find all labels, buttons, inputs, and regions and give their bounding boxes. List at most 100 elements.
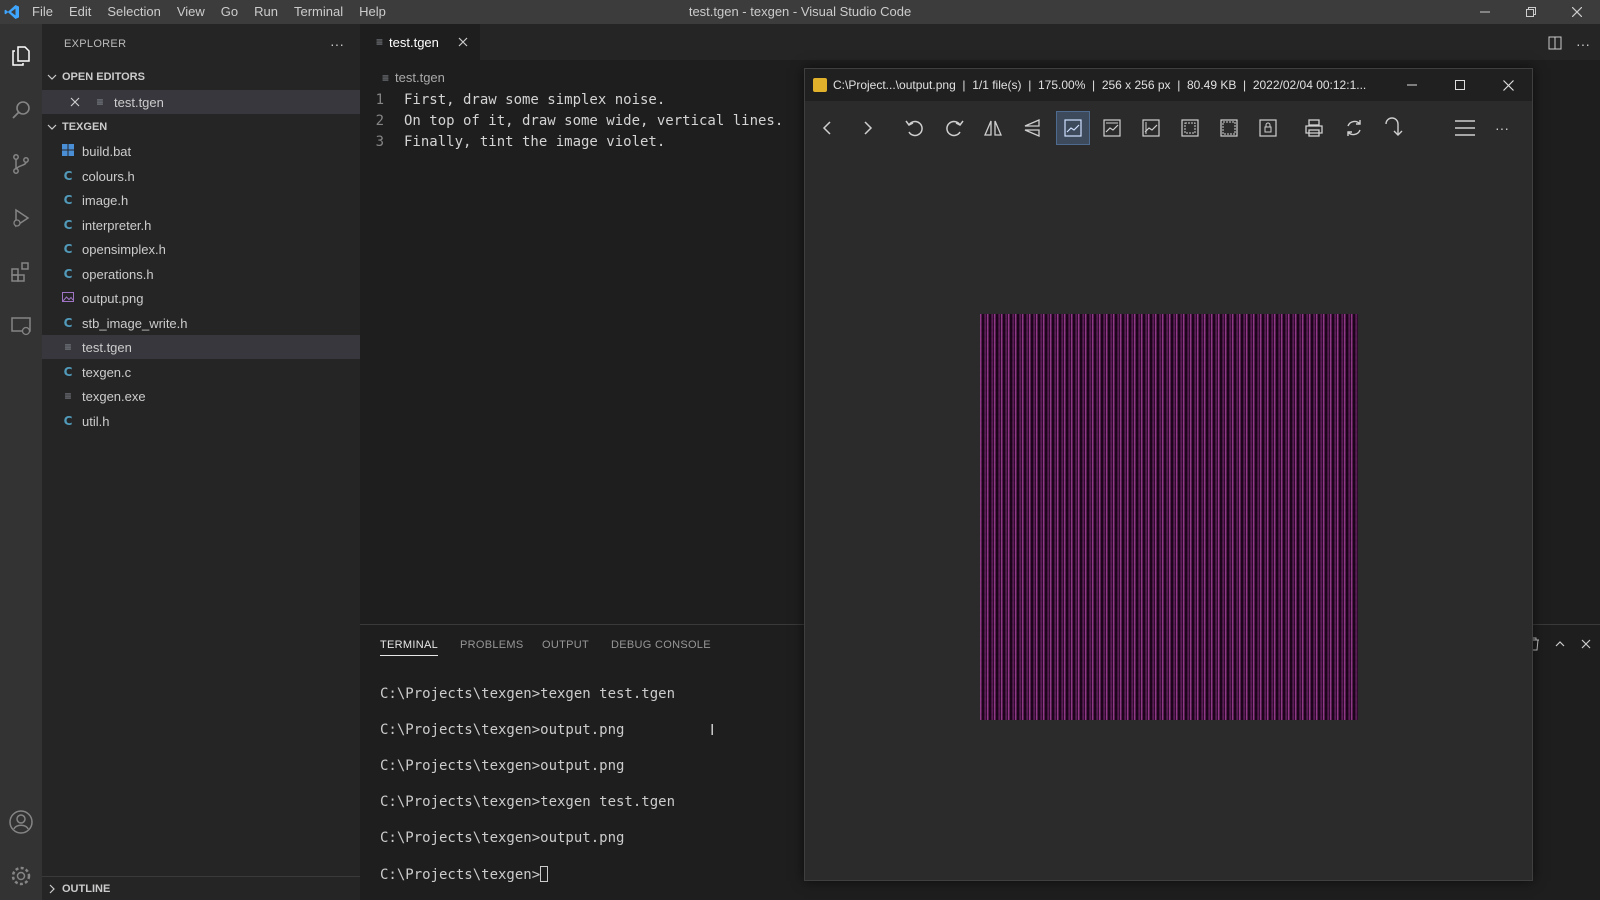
menu-view[interactable]: View: [169, 0, 213, 24]
c-icon: C: [63, 365, 73, 379]
file-item[interactable]: C operations.h: [42, 262, 360, 286]
viewer-close-button[interactable]: [1484, 69, 1532, 101]
source-control-icon[interactable]: [0, 140, 42, 188]
c-icon: C: [63, 267, 73, 281]
next-image-button[interactable]: [850, 111, 884, 145]
c-icon: C: [63, 316, 73, 330]
close-tab-icon[interactable]: [458, 34, 468, 50]
fill-window-button[interactable]: [1212, 111, 1246, 145]
remote-explorer-icon[interactable]: [0, 302, 42, 350]
terminal-prompt-line[interactable]: C:\Projects\texgen>: [380, 866, 549, 883]
settings-gear-icon[interactable]: [0, 852, 42, 900]
c-icon: C: [63, 414, 73, 428]
file-item[interactable]: C colours.h: [42, 164, 360, 188]
lock-zoom-button[interactable]: [1251, 111, 1285, 145]
chevron-down-icon: [42, 122, 62, 132]
code-line[interactable]: 2 On top of it, draw some wide, vertical…: [360, 110, 784, 131]
rotate-left-button[interactable]: [898, 111, 932, 145]
file-item-selected[interactable]: ≡ test.tgen: [42, 335, 360, 359]
file-label: opensimplex.h: [82, 241, 166, 257]
fit-width-button[interactable]: [1095, 111, 1129, 145]
explorer-icon[interactable]: [0, 32, 42, 80]
goto-button[interactable]: [1377, 111, 1411, 145]
menu-file[interactable]: File: [24, 0, 61, 24]
lock-icon: [1259, 119, 1277, 137]
tab-test-tgen[interactable]: ≡ test.tgen: [360, 24, 480, 60]
close-editor-icon[interactable]: [70, 97, 80, 107]
open-editor-item[interactable]: ≡ test.tgen: [42, 90, 360, 114]
tab-output[interactable]: OUTPUT: [542, 639, 589, 651]
folder-label: TEXGEN: [62, 121, 108, 133]
file-label: util.h: [82, 413, 110, 429]
outline-label: OUTLINE: [62, 882, 111, 895]
menu-edit[interactable]: Edit: [61, 0, 99, 24]
fit-height-icon: [1142, 119, 1160, 137]
lines-icon: ≡: [96, 95, 104, 109]
explorer-sidebar: EXPLORER ··· OPEN EDITORS ≡ test.tgen TE…: [42, 24, 360, 900]
close-window-button[interactable]: [1554, 0, 1600, 24]
accounts-icon[interactable]: [0, 798, 42, 846]
chevron-right-icon: [42, 884, 62, 894]
tab-debug-console[interactable]: DEBUG CONSOLE: [611, 639, 711, 651]
viewer-more-button[interactable]: ···: [1485, 111, 1519, 145]
viewer-minimize-button[interactable]: [1388, 69, 1436, 101]
fit-height-button[interactable]: [1134, 111, 1168, 145]
maximize-panel-icon[interactable]: [1554, 637, 1566, 654]
menu-run[interactable]: Run: [246, 0, 286, 24]
file-item[interactable]: C interpreter.h: [42, 213, 360, 237]
code-text: Finally, tint the image violet.: [404, 133, 666, 150]
file-item[interactable]: C texgen.c: [42, 360, 360, 384]
window-controls: [1462, 0, 1600, 24]
open-editor-label: test.tgen: [114, 94, 164, 110]
viewer-title-bar: C:\Project...\output.png | 1/1 file(s) |…: [805, 69, 1532, 101]
text-cursor-icon: I: [710, 722, 715, 739]
file-item[interactable]: output.png: [42, 286, 360, 310]
code-line[interactable]: 3 Finally, tint the image violet.: [360, 131, 666, 152]
viewer-maximize-button[interactable]: [1436, 69, 1484, 101]
extensions-icon[interactable]: [0, 248, 42, 296]
tab-terminal[interactable]: TERMINAL: [380, 639, 439, 656]
file-item[interactable]: C image.h: [42, 188, 360, 212]
run-debug-icon[interactable]: [0, 194, 42, 242]
outline-section[interactable]: OUTLINE: [42, 876, 360, 900]
menu-help[interactable]: Help: [351, 0, 394, 24]
minimize-button[interactable]: [1462, 0, 1508, 24]
terminal-line: C:\Projects\texgen>texgen test.tgen: [380, 794, 676, 810]
breadcrumb[interactable]: ≡ test.tgen: [382, 70, 445, 85]
file-item[interactable]: C util.h: [42, 409, 360, 433]
file-item[interactable]: build.bat: [42, 139, 360, 163]
refresh-button[interactable]: [1337, 111, 1371, 145]
flip-horizontal-button[interactable]: [976, 111, 1010, 145]
file-item[interactable]: C opensimplex.h: [42, 237, 360, 261]
line-number: 3: [375, 133, 384, 150]
main-menu-button[interactable]: [1448, 111, 1482, 145]
editor-actions: ···: [1548, 36, 1590, 53]
auto-zoom-button[interactable]: [1056, 111, 1090, 145]
previous-image-button[interactable]: [811, 111, 845, 145]
fit-width-icon: [1103, 119, 1121, 137]
menu-selection[interactable]: Selection: [99, 0, 168, 24]
fit-window-button[interactable]: [1173, 111, 1207, 145]
close-panel-icon[interactable]: [1580, 637, 1592, 654]
restore-button[interactable]: [1508, 0, 1554, 24]
terminal-line: C:\Projects\texgen>texgen test.tgen: [380, 686, 676, 702]
menu-terminal[interactable]: Terminal: [286, 0, 351, 24]
code-line[interactable]: 1 First, draw some simplex noise.: [360, 89, 666, 110]
search-icon[interactable]: [0, 86, 42, 134]
more-actions-icon[interactable]: ···: [330, 36, 344, 52]
more-actions-icon[interactable]: ···: [1576, 36, 1590, 53]
folder-section-texgen[interactable]: TEXGEN: [42, 116, 360, 138]
output-image-preview[interactable]: [980, 314, 1358, 720]
file-item[interactable]: ≡ texgen.exe: [42, 384, 360, 408]
tab-problems[interactable]: PROBLEMS: [460, 639, 524, 651]
chevron-left-icon: [822, 121, 831, 135]
c-icon: C: [63, 169, 73, 183]
split-editor-icon[interactable]: [1548, 36, 1562, 53]
print-button[interactable]: [1297, 111, 1331, 145]
activity-bar: [0, 24, 42, 900]
rotate-right-button[interactable]: [937, 111, 971, 145]
flip-vertical-button[interactable]: [1015, 111, 1049, 145]
menu-go[interactable]: Go: [213, 0, 246, 24]
open-editors-section[interactable]: OPEN EDITORS: [42, 66, 360, 88]
file-item[interactable]: C stb_image_write.h: [42, 311, 360, 335]
